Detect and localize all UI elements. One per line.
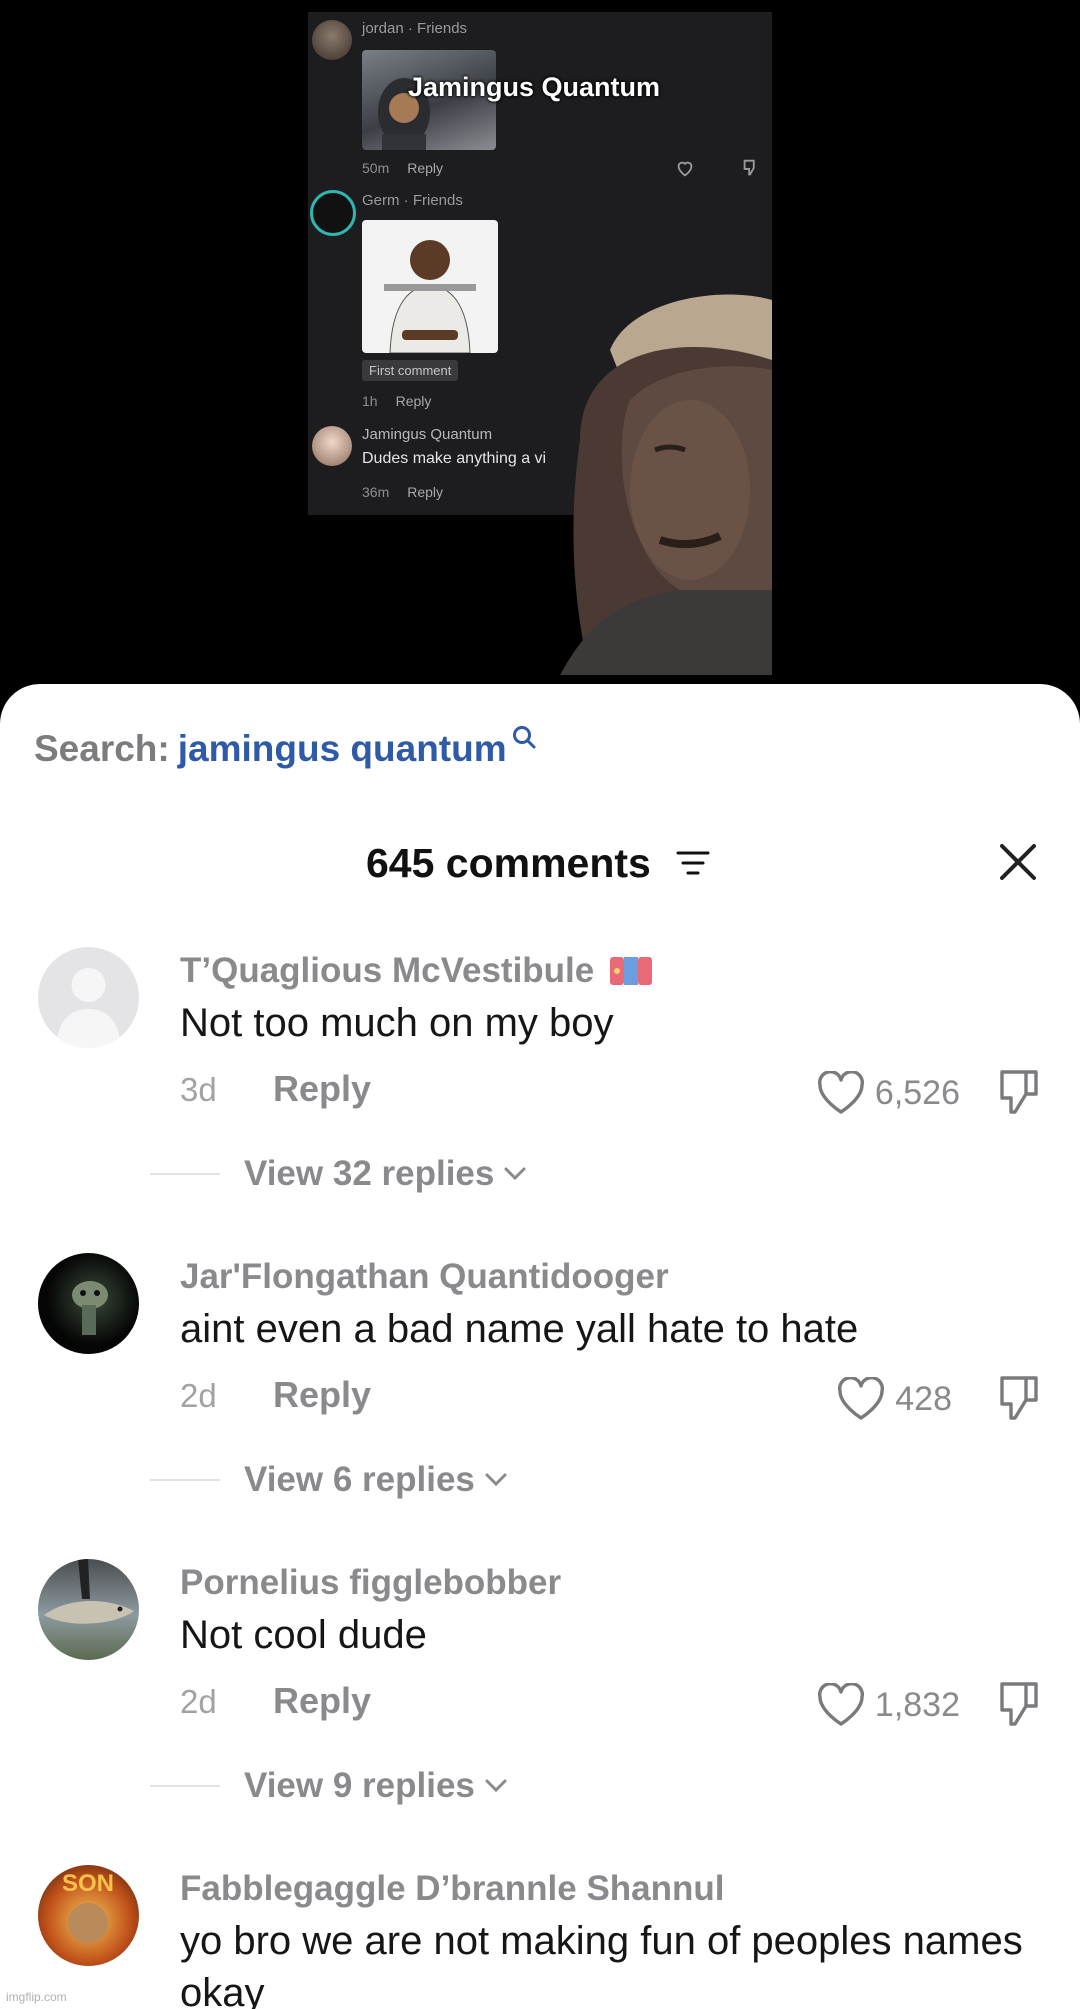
reply-button[interactable]: Reply [273,1374,371,1416]
chevron-down-icon [485,1473,507,1487]
search-label: Search: [34,728,170,769]
comment-count: 645 comments [366,840,651,886]
chevron-down-icon [485,1779,507,1793]
author-name: Jar'Flongathan Quantidooger [180,1257,669,1296]
close-icon[interactable] [996,840,1040,884]
author-name: T’Quaglious McVestibule [180,951,595,990]
embedded-avatar [310,190,356,236]
embedded-reply[interactable]: Reply [407,160,443,176]
avatar[interactable] [38,947,139,1048]
comment-item: SON Fabblegaggle D’brannle Shannul yo br… [0,1865,1080,2009]
reply-button[interactable]: Reply [273,1068,371,1110]
comment-author[interactable]: Fabblegaggle D’brannle Shannul [180,1869,725,1909]
reply-button[interactable]: Reply [273,1680,371,1722]
like-button[interactable]: 428 [837,1371,952,1427]
embedded-time: 1h [362,393,378,409]
embedded-username: jordan · Friends [362,20,468,37]
embedded-meta: 50m Reply [362,160,443,176]
comment-timestamp: 3d [180,1071,217,1108]
embedded-image-caption: Jamingus Quantum [408,72,661,102]
embedded-comment-text: Dudes make anything a vi [362,450,547,467]
embedded-avatar [312,20,352,60]
avatar[interactable] [38,1253,139,1354]
embedded-dislike-icon[interactable] [740,157,762,179]
embedded-time: 36m [362,484,390,500]
like-button[interactable]: 1,832 [817,1677,960,1733]
heart-icon [817,1071,864,1114]
embedded-meta: 36m Reply [362,484,443,500]
view-replies-label: View 32 replies [244,1154,495,1193]
comments-header: 645 comments [0,834,1080,894]
dislike-icon[interactable] [996,1068,1042,1116]
embedded-username: Germ · Friends [362,192,463,209]
sort-filter-icon[interactable] [676,848,710,878]
watermark: imgflip.com [6,1990,67,2004]
avatar[interactable] [38,1559,139,1660]
comments-sheet: Search: jamingus quantum 645 comments T’Q… [0,684,1080,2009]
comment-timestamp: 2d [180,1377,217,1414]
comment-text: aint even a bad name yall hate to hate [180,1307,859,1351]
comment-author[interactable]: T’Quaglious McVestibule [180,951,652,991]
embedded-time: 50m [362,160,390,176]
embedded-avatar [312,426,352,466]
creator-video-overlay [560,290,772,675]
view-replies-button[interactable]: View 32 replies [150,1154,526,1194]
comment-author[interactable]: Pornelius figglebobber [180,1563,561,1603]
comment-text: yo bro we are not making fun of peoples … [180,1919,1023,2009]
replies-divider [150,1479,220,1481]
like-count: 428 [895,1379,952,1418]
avatar[interactable]: SON [38,1865,139,1966]
embedded-first-comment-badge: First comment [362,360,459,381]
comment-author[interactable]: Jar'Flongathan Quantidooger [180,1257,669,1297]
flag-icon [609,957,652,985]
embedded-meta: 1h Reply [362,393,431,409]
search-icon[interactable] [511,724,537,750]
embedded-meme-image [362,220,498,353]
view-replies-button[interactable]: View 6 replies [150,1460,507,1500]
embedded-username: Jamingus Quantum [362,426,493,443]
embedded-reply[interactable]: Reply [396,393,432,409]
comment-item: Pornelius figglebobber Not cool dude 2d … [0,1559,1080,1865]
like-button[interactable]: 6,526 [817,1065,960,1121]
view-replies-label: View 9 replies [244,1766,475,1805]
comment-item: Jar'Flongathan Quantidooger aint even a … [0,1253,1080,1559]
like-count: 1,832 [874,1685,960,1724]
chevron-down-icon [504,1167,526,1181]
comment-text: Not cool dude [180,1613,427,1657]
like-count: 6,526 [874,1073,960,1112]
replies-divider [150,1173,220,1175]
search-suggestion[interactable]: Search: jamingus quantum [34,726,537,770]
view-replies-button[interactable]: View 9 replies [150,1766,507,1806]
comment-timestamp: 2d [180,1683,217,1720]
comment-text: Not too much on my boy [180,1001,614,1045]
author-name: Fabblegaggle D’brannle Shannul [180,1869,725,1908]
dislike-icon[interactable] [996,1680,1042,1728]
dislike-icon[interactable] [996,1374,1042,1422]
replies-divider [150,1785,220,1787]
comment-item: T’Quaglious McVestibule Not too much on … [0,947,1080,1253]
embedded-reply[interactable]: Reply [407,484,443,500]
embedded-heart-icon[interactable] [674,157,696,179]
heart-icon [838,1377,885,1420]
author-name: Pornelius figglebobber [180,1563,562,1602]
search-query-link[interactable]: jamingus quantum [178,728,507,769]
svg-text:SON: SON [62,1870,114,1897]
view-replies-label: View 6 replies [244,1460,475,1499]
heart-icon [817,1683,864,1726]
video-player[interactable]: jordan · Friends Jamingus Quantum 50m Rep… [0,0,1080,700]
